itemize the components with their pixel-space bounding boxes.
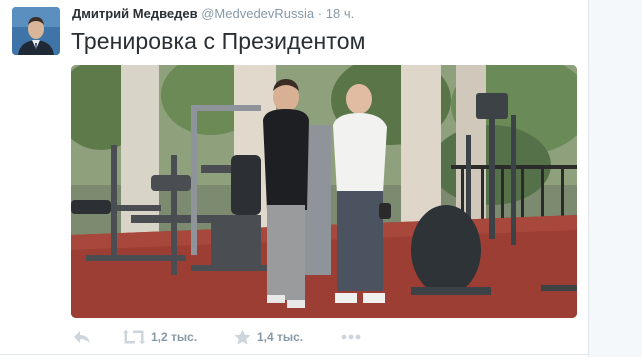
photo-gym-scene xyxy=(71,65,577,318)
tweet-actions: 1,2 тыс. 1,4 тыс. xyxy=(71,327,577,347)
avatar-image xyxy=(12,7,60,55)
tweet-header: Дмитрий Медведев @MedvedevRussia · 18 ч. xyxy=(72,6,354,22)
retweet-button[interactable]: 1,2 тыс. xyxy=(123,327,197,347)
tweet-timestamp[interactable]: 18 ч. xyxy=(326,6,354,21)
more-button[interactable] xyxy=(341,327,361,347)
reply-button[interactable] xyxy=(73,327,91,347)
tweet-page: Дмитрий Медведев @MedvedevRussia · 18 ч.… xyxy=(0,0,642,357)
header-separator: · xyxy=(317,6,323,21)
reply-icon xyxy=(74,331,90,343)
retweet-icon xyxy=(123,329,145,345)
favorite-count: 1,4 тыс. xyxy=(257,330,304,344)
tweet-text: Тренировка с Президентом xyxy=(71,28,366,54)
author-name[interactable]: Дмитрий Медведев xyxy=(72,6,198,21)
favorite-button[interactable]: 1,4 тыс. xyxy=(234,327,303,347)
author-handle[interactable]: @MedvedevRussia xyxy=(201,6,314,21)
star-icon xyxy=(234,329,251,345)
right-sidebar-strip xyxy=(588,0,642,357)
bottom-divider xyxy=(0,354,588,355)
tweet-photo[interactable] xyxy=(71,65,577,318)
avatar[interactable] xyxy=(12,7,60,55)
more-dots-icon xyxy=(341,334,361,340)
retweet-count: 1,2 тыс. xyxy=(151,330,198,344)
